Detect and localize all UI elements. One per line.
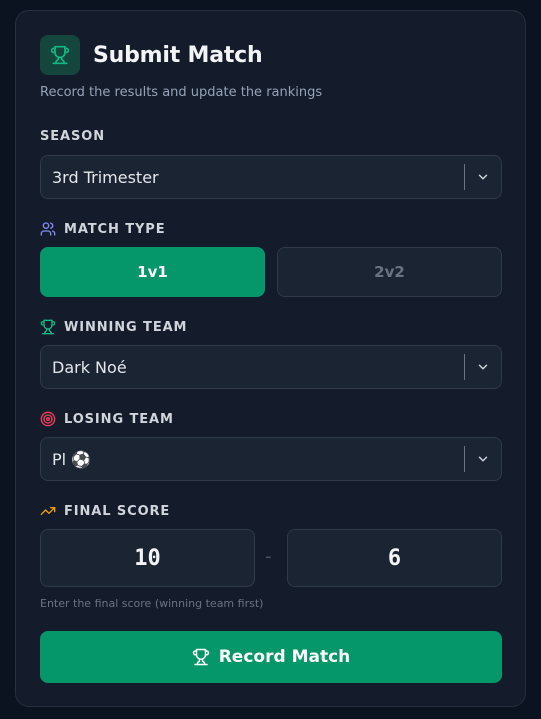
record-match-button[interactable]: Record Match <box>40 631 502 683</box>
page-subtitle: Record the results and update the rankin… <box>40 85 323 100</box>
final-score-label: FINAL SCORE <box>40 503 170 519</box>
match-type-label-text: MATCH TYPE <box>64 221 166 237</box>
submit-match-card: Submit Match Record the results and upda… <box>15 10 526 707</box>
match-type-1v1-button[interactable]: 1v1 <box>40 247 265 297</box>
match-type-label: MATCH TYPE <box>40 221 166 237</box>
losing-team-label: LOSING TEAM <box>40 411 174 427</box>
chevron-down-icon[interactable] <box>465 170 501 184</box>
trophy-icon <box>40 319 56 335</box>
loser-score-input[interactable]: 6 <box>287 529 502 587</box>
card-header: Submit Match <box>40 35 263 75</box>
page-title: Submit Match <box>93 42 263 68</box>
target-icon <box>40 411 56 427</box>
winning-team-select[interactable]: Dark Noé <box>40 345 502 389</box>
losing-team-select[interactable]: Pl ⚽ <box>40 437 502 481</box>
match-type-2v2-button[interactable]: 2v2 <box>277 247 502 297</box>
trophy-icon <box>40 35 80 75</box>
season-label: SEASON <box>40 129 105 144</box>
winning-team-value: Dark Noé <box>52 357 127 377</box>
winner-score-input[interactable]: 10 <box>40 529 255 587</box>
season-value: 3rd Trimester <box>52 167 159 187</box>
final-score-label-text: FINAL SCORE <box>64 503 171 519</box>
losing-team-value: Pl ⚽ <box>52 449 92 469</box>
users-icon <box>40 221 56 237</box>
score-separator: - <box>265 546 272 567</box>
losing-team-label-text: LOSING TEAM <box>64 411 174 427</box>
chevron-down-icon[interactable] <box>465 360 501 374</box>
season-select[interactable]: 3rd Trimester <box>40 155 502 199</box>
record-match-label: Record Match <box>218 647 351 667</box>
winning-team-label: WINNING TEAM <box>40 319 187 335</box>
score-hint: Enter the final score (winning team firs… <box>40 597 264 610</box>
trending-up-icon <box>40 503 56 519</box>
trophy-icon <box>192 648 209 666</box>
chevron-down-icon[interactable] <box>465 452 501 466</box>
winning-team-label-text: WINNING TEAM <box>64 319 188 335</box>
